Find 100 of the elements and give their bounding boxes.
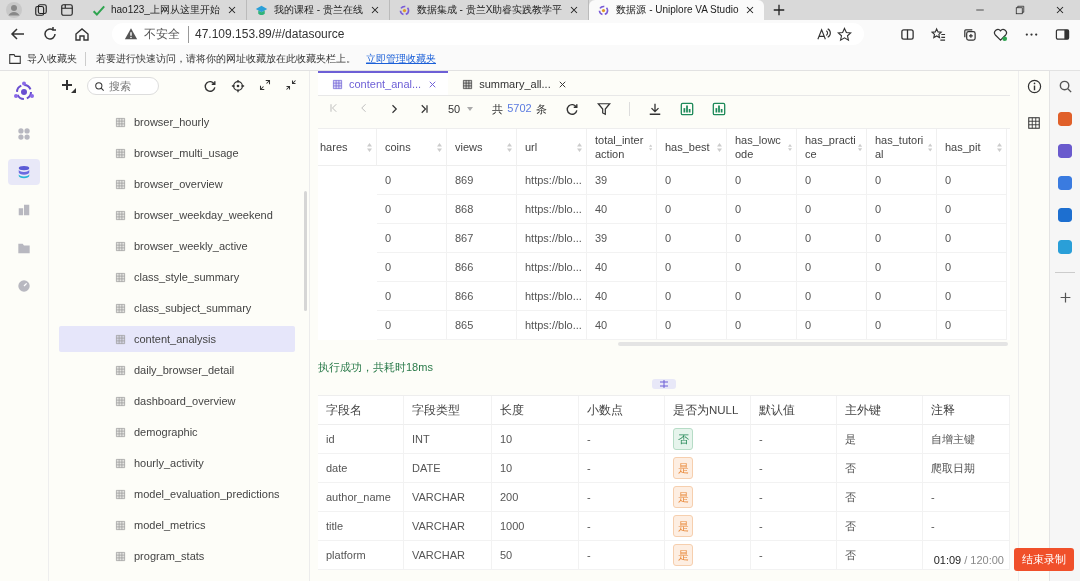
collections-icon[interactable]	[962, 26, 977, 42]
import-favorites-link[interactable]: 导入收藏夹	[27, 52, 77, 66]
plus-icon[interactable]	[772, 3, 787, 17]
tree-item[interactable]: dashboard_overview	[59, 388, 295, 414]
close-icon[interactable]	[1054, 4, 1066, 16]
address-bar[interactable]: 不安全 47.109.153.89/#/datasource	[112, 23, 864, 45]
tree-item[interactable]: browser_multi_usage	[59, 140, 295, 166]
split-screen-icon[interactable]	[900, 26, 915, 42]
caret-icon	[466, 106, 475, 112]
column-header[interactable]: has_tutorial	[867, 129, 937, 166]
restore-icon[interactable]	[1014, 4, 1026, 16]
read-aloud-icon[interactable]	[816, 26, 831, 42]
table-cell: 0	[797, 282, 867, 311]
logo-icon[interactable]	[397, 3, 411, 17]
table-icon[interactable]	[332, 78, 343, 90]
info-icon[interactable]	[1026, 79, 1042, 94]
favorites-icon[interactable]	[931, 26, 946, 42]
tree-item[interactable]: model_evaluation_predictions	[59, 481, 295, 507]
document-tab[interactable]: content_anal...	[318, 71, 449, 95]
column-header[interactable]: has_pit	[937, 129, 1007, 166]
resize-handle[interactable]	[652, 379, 676, 389]
logo-icon[interactable]	[597, 3, 611, 17]
column-header[interactable]: has_best	[657, 129, 727, 166]
table-cell: 200	[492, 483, 579, 512]
table-cell: author_name	[318, 483, 404, 512]
add-icon[interactable]	[61, 78, 77, 94]
plus-icon[interactable]	[1058, 291, 1072, 304]
column-header[interactable]: views	[447, 129, 517, 166]
column-header[interactable]: hares	[318, 129, 377, 166]
warning-icon[interactable]	[124, 27, 138, 41]
tree-item[interactable]: browser_weekly_active	[59, 233, 295, 259]
workspaces-icon[interactable]	[34, 3, 48, 17]
null-tag: 是	[673, 515, 693, 537]
tree-item[interactable]: demographic	[59, 419, 295, 445]
star-icon[interactable]	[837, 26, 852, 42]
profile-icon[interactable]	[6, 2, 22, 18]
refresh-icon[interactable]	[203, 79, 217, 93]
tab-actions-icon[interactable]	[60, 3, 74, 17]
locate-icon[interactable]	[231, 79, 245, 93]
recording-timer: 01:09 / 120:00	[933, 553, 1004, 566]
document-tab[interactable]: summary_all...	[448, 71, 578, 95]
table-cell: 0	[657, 253, 727, 282]
stop-recording-button[interactable]: 结束录制	[1014, 548, 1074, 571]
tree-item[interactable]: hourly_activity	[59, 450, 295, 476]
tree-item[interactable]: daily_browser_detail	[59, 357, 295, 383]
bar-chart-icon[interactable]	[679, 102, 694, 116]
tree-item[interactable]: content_analysis	[59, 326, 295, 352]
column-header[interactable]: total_interaction	[587, 129, 657, 166]
search-icon[interactable]	[1057, 79, 1073, 94]
column-header[interactable]: has_practice	[797, 129, 867, 166]
table-cell: 0	[797, 195, 867, 224]
table-icon[interactable]	[1027, 116, 1041, 130]
back-icon[interactable]	[10, 26, 26, 42]
table-cell: 0	[727, 311, 797, 340]
table-cell: VARCHAR	[404, 512, 492, 541]
tree-item[interactable]: model_metrics	[59, 512, 295, 538]
table-icon[interactable]	[462, 78, 474, 90]
last-page-icon[interactable]	[418, 103, 430, 115]
filter-icon[interactable]	[596, 102, 611, 116]
collapse-icon[interactable]	[285, 79, 297, 91]
table-cell: 0	[867, 253, 937, 282]
table-cell: https://blo...	[517, 282, 587, 311]
sidebar-toggle-icon[interactable]	[1055, 26, 1070, 42]
browser-tab[interactable]: 数据源 - Uniplore VA Studio	[589, 0, 765, 20]
refresh-icon[interactable]	[564, 102, 579, 116]
check-icon[interactable]	[92, 3, 105, 17]
search-input[interactable]: 搜索	[109, 80, 145, 92]
table-cell: -	[751, 425, 837, 454]
column-header[interactable]: url	[517, 129, 587, 166]
table-cell: -	[579, 512, 665, 541]
tree-item[interactable]: class_subject_summary	[59, 295, 295, 321]
table-cell: -	[923, 483, 1010, 512]
heart-icon[interactable]	[993, 26, 1008, 42]
table-cell: https://blo...	[517, 195, 587, 224]
search-field[interactable]: 搜索	[87, 77, 159, 95]
table-cell: platform	[318, 541, 404, 570]
column-header[interactable]: has_lowcode	[727, 129, 797, 166]
tree-item[interactable]: browser_hourly	[59, 109, 295, 135]
reload-icon[interactable]	[42, 26, 58, 42]
table-cell: 0	[727, 195, 797, 224]
bar-chart-icon[interactable]	[711, 102, 726, 116]
expand-icon[interactable]	[259, 79, 271, 91]
status-message: 执行成功，共耗时18ms	[318, 360, 434, 375]
database-icon[interactable]	[17, 165, 31, 179]
manage-favorites-link[interactable]: 立即管理收藏夹	[366, 52, 436, 66]
tree-item[interactable]: class_style_summary	[59, 264, 295, 290]
page-size-select[interactable]: 50	[448, 103, 475, 115]
total-count: 共 5702 条	[492, 101, 547, 117]
column-header[interactable]: coins	[377, 129, 447, 166]
import-icon[interactable]	[8, 52, 22, 66]
tree-item[interactable]: browser_overview	[59, 171, 295, 197]
table-cell: -	[579, 425, 665, 454]
download-icon[interactable]	[647, 102, 662, 116]
table-cell: 0	[797, 224, 867, 253]
table-cell: -	[751, 483, 837, 512]
tree-item[interactable]: browser_weekday_weekend	[59, 202, 295, 228]
search-icon[interactable]	[94, 80, 105, 92]
home-icon[interactable]	[74, 26, 90, 42]
table-cell: 0	[657, 311, 727, 340]
tree-item[interactable]: program_stats	[59, 543, 295, 569]
